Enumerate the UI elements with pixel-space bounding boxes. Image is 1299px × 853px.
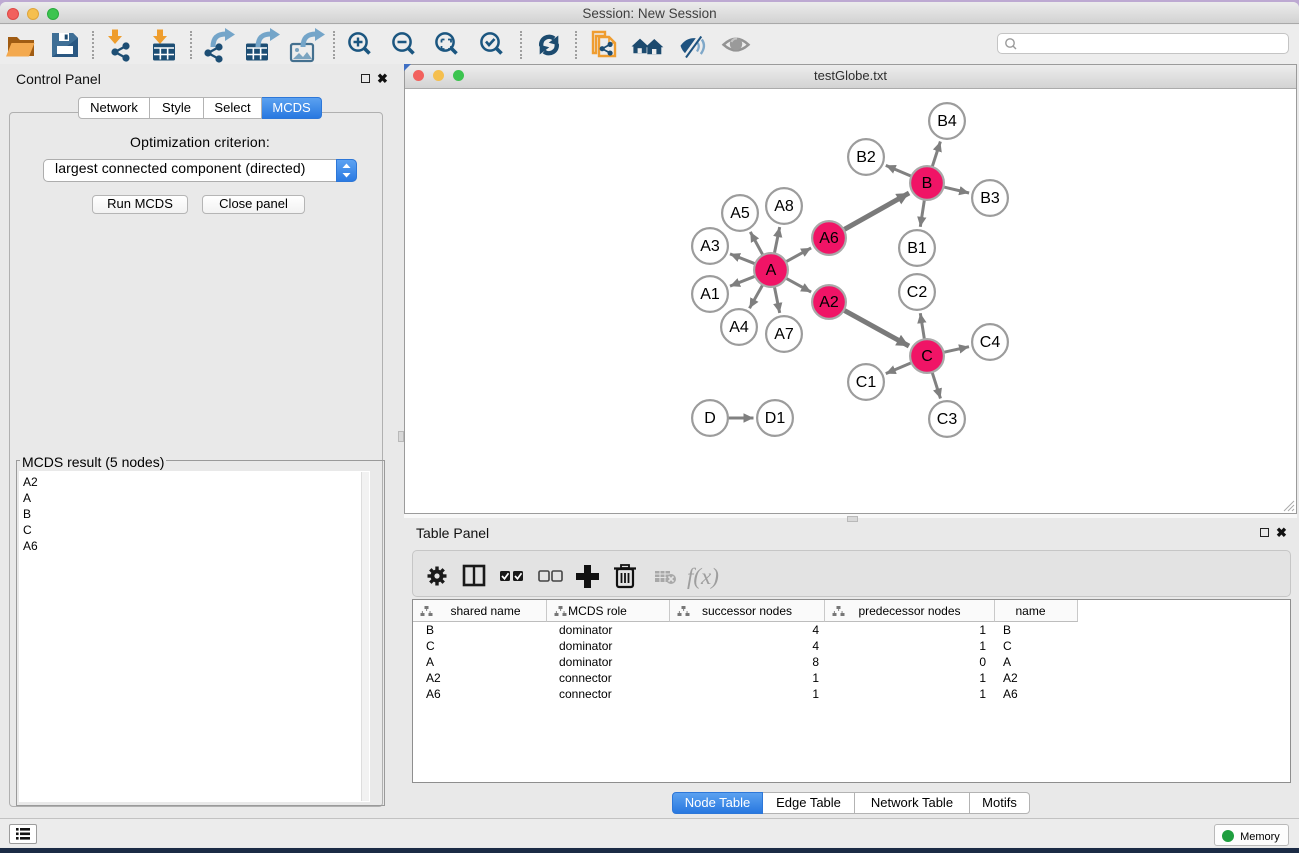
svg-text:A: A: [766, 262, 777, 279]
svg-text:A8: A8: [774, 198, 794, 215]
svg-text:B4: B4: [937, 113, 957, 130]
svg-text:B3: B3: [980, 190, 1000, 207]
svg-text:B: B: [922, 175, 933, 192]
svg-text:f(x): f(x): [687, 564, 719, 589]
svg-text:C3: C3: [937, 411, 958, 428]
svg-text:A3: A3: [700, 238, 720, 255]
svg-text:C: C: [921, 348, 933, 365]
svg-text:B1: B1: [907, 240, 927, 257]
svg-text:B2: B2: [856, 149, 876, 166]
svg-text:D1: D1: [765, 410, 786, 427]
svg-text:A4: A4: [729, 319, 749, 336]
svg-text:D: D: [704, 410, 716, 427]
svg-text:C4: C4: [980, 334, 1001, 351]
svg-text:C2: C2: [907, 284, 928, 301]
svg-text:A5: A5: [730, 205, 750, 222]
svg-text:A7: A7: [774, 326, 794, 343]
svg-text:A6: A6: [819, 230, 839, 247]
svg-text:A2: A2: [819, 294, 839, 311]
svg-text:C1: C1: [856, 374, 877, 391]
svg-text:A1: A1: [700, 286, 720, 303]
